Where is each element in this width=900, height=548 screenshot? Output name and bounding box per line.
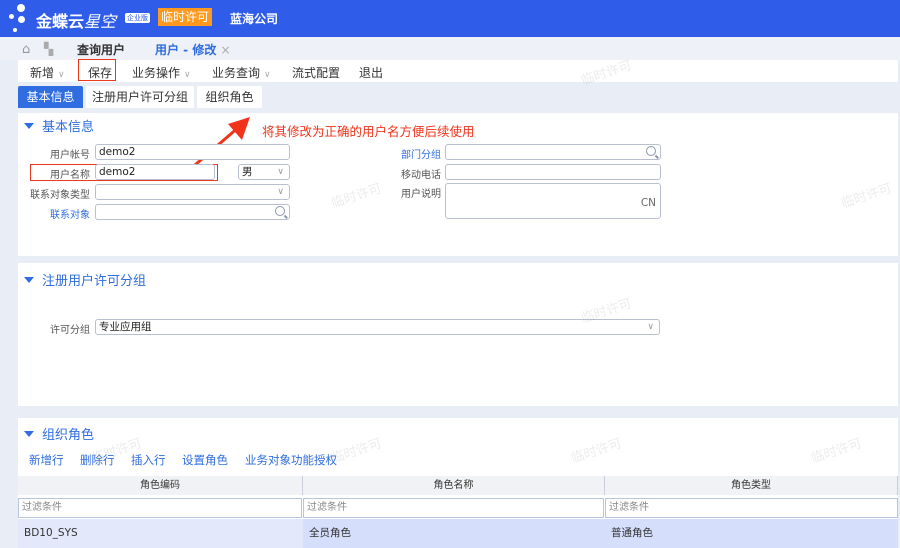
chevron-down-icon: ∨ — [264, 70, 271, 80]
insert-row-button[interactable]: 插入行 — [131, 452, 166, 468]
dept-input[interactable] — [445, 144, 661, 160]
edition-badge: 企业版 — [125, 13, 150, 23]
biz-ops-menu[interactable]: 业务操作 ∨ — [132, 64, 191, 81]
brand-name: 金蝶云 — [36, 12, 85, 31]
brand-sub: 星空 — [84, 12, 117, 31]
flow-config-button[interactable]: 流式配置 — [292, 64, 340, 81]
tab-bar — [0, 37, 900, 60]
new-label: 新增 — [30, 66, 55, 80]
table-cell-role-name[interactable]: 全员角色 — [303, 519, 605, 548]
desc-textarea[interactable]: CN — [445, 183, 661, 219]
license-group-label: 许可分组 — [50, 325, 90, 336]
chevron-down-icon: ∨ — [277, 187, 284, 197]
contact-type-select[interactable]: ∨ — [95, 184, 290, 200]
contact-input[interactable] — [95, 204, 290, 220]
subtab-roles[interactable]: 组织角色 — [197, 86, 262, 108]
gender-value: 男 — [242, 166, 253, 178]
tab-query-user[interactable]: 查询用户 — [77, 41, 125, 58]
gender-select[interactable]: 男 ∨ — [238, 164, 290, 180]
set-role-button[interactable]: 设置角色 — [182, 452, 228, 468]
section-title-roles[interactable]: 组织角色 — [24, 424, 94, 443]
home-icon[interactable]: ⌂ — [22, 42, 30, 57]
column-header-role-code[interactable]: 角色编码 — [18, 476, 303, 495]
biz-query-menu[interactable]: 业务查询 ∨ — [212, 64, 271, 81]
contact-label[interactable]: 联系对象 — [10, 206, 90, 221]
exit-button[interactable]: 退出 — [359, 64, 383, 81]
license-group-select[interactable]: 专业应用组 ∨ — [95, 319, 660, 335]
section-title-license[interactable]: 注册用户许可分组 — [24, 270, 146, 289]
section-title-basic[interactable]: 基本信息 — [24, 116, 94, 135]
add-row-button[interactable]: 新增行 — [29, 452, 64, 468]
table-cell-role-type[interactable]: 普通角色 — [605, 519, 898, 548]
company-name[interactable]: 蓝海公司 — [230, 10, 278, 27]
biz-ops-label: 业务操作 — [132, 66, 181, 80]
new-button[interactable]: 新增 ∨ — [30, 64, 65, 81]
name-label: 用户名称 — [50, 170, 90, 181]
save-button[interactable]: 保存 — [88, 64, 112, 81]
column-header-role-type[interactable]: 角色类型 — [605, 476, 898, 495]
filter-role-type[interactable]: 过滤条件 — [605, 498, 898, 518]
license-badge: 临时许可 — [158, 8, 212, 26]
license-group-value: 专业应用组 — [99, 321, 152, 333]
search-icon[interactable] — [275, 206, 285, 216]
logo-icon — [8, 4, 34, 34]
account-input[interactable]: demo2 — [95, 144, 290, 160]
search-icon[interactable] — [646, 146, 656, 156]
brand-logo: 金蝶云星空 — [36, 8, 116, 32]
language-indicator[interactable]: CN — [641, 196, 656, 210]
subtab-license[interactable]: 注册用户许可分组 — [86, 86, 194, 108]
subtab-basic[interactable]: 基本信息 — [18, 86, 83, 108]
biz-object-auth-button[interactable]: 业务对象功能授权 — [245, 452, 337, 468]
dept-label[interactable]: 部门分组 — [361, 146, 441, 161]
filter-role-code[interactable]: 过滤条件 — [18, 498, 302, 518]
mobile-input[interactable] — [445, 164, 661, 180]
name-input[interactable]: demo2 — [95, 164, 215, 180]
chevron-down-icon: ∨ — [277, 167, 284, 177]
contact-type-label: 联系对象类型 — [30, 190, 90, 201]
close-icon[interactable]: × — [221, 43, 231, 57]
annotation-text: 将其修改为正确的用户名方便后续使用 — [262, 124, 475, 139]
apps-grid-icon[interactable]: ▚ — [44, 42, 53, 56]
biz-query-label: 业务查询 — [212, 66, 261, 80]
filter-role-name[interactable]: 过滤条件 — [303, 498, 604, 518]
chevron-down-icon: ∨ — [184, 70, 191, 80]
annotation-arrow-icon — [194, 117, 250, 167]
chevron-down-icon: ∨ — [647, 322, 654, 332]
column-header-role-name[interactable]: 角色名称 — [303, 476, 605, 495]
account-label: 用户帐号 — [50, 150, 90, 161]
chevron-down-icon[interactable]: ∨ — [58, 70, 65, 80]
tab-label: 用户 - 修改 — [155, 43, 217, 57]
table-cell-role-code[interactable]: BD10_SYS — [18, 519, 303, 548]
